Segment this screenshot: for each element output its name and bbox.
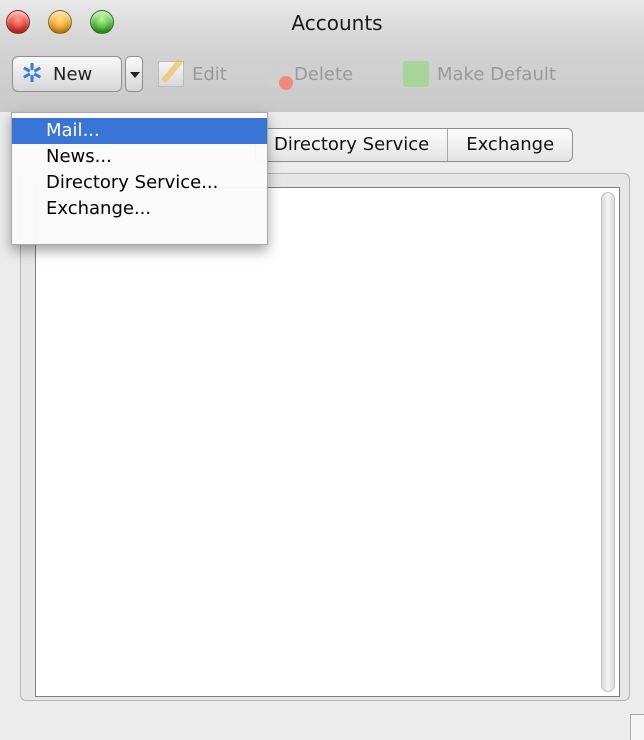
new-dropdown-arrow[interactable]	[125, 56, 143, 92]
delete-button[interactable]: Delete	[263, 56, 353, 92]
accounts-list[interactable]	[35, 187, 620, 697]
edit-pencil-icon	[158, 61, 184, 87]
title-bar[interactable]: Accounts	[0, 0, 644, 42]
menu-item-news[interactable]: News...	[12, 144, 267, 170]
new-button[interactable]: ✲ New	[12, 56, 122, 92]
accounts-window: Accounts ✲ New Edit Delete Make Default …	[0, 0, 644, 740]
edit-button[interactable]: Edit	[158, 56, 227, 92]
window-title: Accounts	[291, 11, 383, 35]
menu-item-mail[interactable]: Mail...	[12, 118, 267, 144]
menu-item-exchange[interactable]: Exchange...	[12, 196, 267, 222]
account-type-tabs: Directory Service Exchange	[255, 128, 574, 162]
make-default-icon	[403, 61, 429, 87]
tab-exchange[interactable]: Exchange	[447, 129, 572, 161]
new-account-menu: Mail... News... Directory Service... Exc…	[11, 112, 268, 245]
window-resize-grip[interactable]	[630, 714, 644, 740]
new-button-label: New	[53, 63, 93, 85]
trash-icon	[266, 61, 293, 90]
tab-directory-service[interactable]: Directory Service	[256, 129, 447, 161]
make-default-button[interactable]: Make Default	[403, 56, 556, 92]
toolbar: ✲ New Edit Delete Make Default	[0, 42, 644, 112]
make-default-button-label: Make Default	[437, 63, 556, 85]
edit-button-label: Edit	[192, 63, 227, 85]
delete-button-label: Delete	[294, 63, 354, 85]
vertical-scrollbar[interactable]	[601, 192, 615, 692]
menu-item-directory-service[interactable]: Directory Service...	[12, 170, 267, 196]
star-icon: ✲	[21, 59, 43, 89]
